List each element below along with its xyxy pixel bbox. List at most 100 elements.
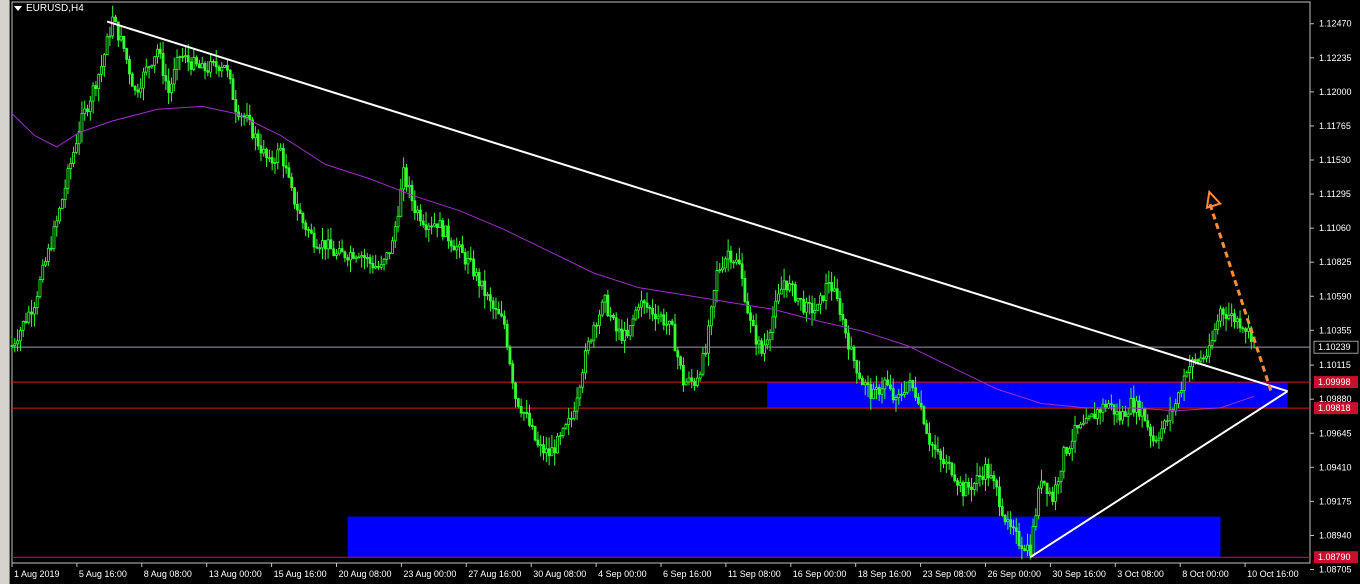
candle-body	[170, 83, 173, 93]
candle-body	[916, 396, 920, 404]
candle-body	[374, 266, 378, 269]
candle-body	[634, 309, 638, 320]
candle-body	[542, 444, 545, 454]
trendline	[106, 20, 1288, 393]
candle-body	[147, 66, 151, 69]
candle-body	[1163, 420, 1166, 430]
candle-body	[245, 114, 249, 118]
candle-body	[662, 314, 666, 326]
candle-body	[528, 412, 531, 426]
candle-body	[522, 412, 526, 414]
candle-body	[754, 325, 758, 345]
candle-body	[446, 225, 450, 242]
candle-body	[1017, 530, 1021, 547]
candle-body	[623, 329, 627, 341]
x-tick-label: 27 Aug 16:00	[468, 569, 521, 579]
candle-body	[782, 280, 786, 290]
candle-body	[771, 316, 775, 334]
candle-body	[1123, 411, 1127, 417]
candle-body	[1207, 345, 1211, 357]
candle-body	[293, 187, 296, 205]
candle-body	[365, 257, 369, 259]
candle-body	[667, 320, 671, 325]
candle-body	[494, 308, 498, 310]
candle-body	[198, 63, 201, 69]
plot-frame	[11, 1, 1311, 564]
candle-body	[944, 461, 948, 465]
candle-body	[86, 108, 89, 113]
candle-body	[184, 55, 187, 58]
dropdown-triangle-icon[interactable]	[14, 5, 22, 11]
candle-body	[637, 306, 641, 311]
candle-body	[687, 377, 691, 383]
candle-body	[259, 145, 263, 154]
candle-body	[209, 61, 213, 73]
candle-body	[707, 325, 710, 354]
candle-body	[167, 80, 171, 93]
x-tick-label: 5 Aug 16:00	[79, 569, 127, 579]
candle-body	[267, 157, 271, 160]
candle-body	[592, 324, 596, 341]
candle-body	[1202, 357, 1206, 360]
candle-body	[958, 482, 962, 486]
candle-body	[922, 406, 926, 425]
candle-body	[298, 209, 302, 214]
candle-body	[128, 59, 131, 75]
candle-body	[693, 380, 696, 387]
price-chart[interactable]: 1.12470 1.12235 1.12000 1.11765 1.11530 1.112…	[0, 0, 1360, 584]
candle-body	[463, 252, 467, 265]
candle-body	[231, 78, 235, 100]
candle-body	[656, 315, 660, 320]
candle-body	[1012, 526, 1015, 529]
candle-body	[564, 424, 568, 429]
chart-window: 1.12470 1.12235 1.12000 1.11765 1.11530 1.112…	[0, 0, 1360, 584]
candle-body	[791, 283, 794, 286]
candle-body	[88, 100, 92, 113]
candle-body	[55, 220, 59, 228]
candle-body	[430, 225, 434, 228]
candle-body	[74, 143, 78, 153]
candle-body	[1146, 420, 1150, 428]
candle-body	[525, 412, 529, 414]
candle-body	[1079, 423, 1083, 429]
candle-body	[318, 247, 322, 250]
candle-body	[424, 224, 428, 230]
candle-body	[995, 480, 999, 488]
candle-body	[1230, 313, 1234, 316]
candle-body	[530, 424, 534, 427]
chart-title: EURUSD,H4	[14, 3, 84, 14]
candle-body	[1151, 435, 1155, 442]
candle-body	[975, 475, 979, 484]
candle-body	[158, 48, 162, 54]
candle-body	[827, 282, 831, 285]
x-tick-label: 30 Aug 08:00	[533, 569, 586, 579]
candle-body	[986, 464, 990, 479]
candle-body	[810, 302, 814, 314]
candle-body	[612, 315, 615, 319]
candle-body	[1056, 481, 1060, 486]
candle-body	[858, 372, 862, 379]
candle-body	[998, 486, 1001, 507]
candle-body	[743, 278, 747, 303]
candle-body	[1059, 470, 1063, 483]
candle-body	[1034, 515, 1038, 527]
candle-body	[388, 252, 392, 255]
candle-body	[1000, 506, 1004, 516]
candle-body	[1241, 327, 1245, 330]
candle-body	[444, 225, 447, 237]
candle-body	[679, 356, 682, 366]
candle-body	[603, 294, 607, 303]
candle-body	[1051, 491, 1055, 502]
candle-body	[248, 114, 252, 121]
demand-zone	[347, 516, 1221, 558]
candle-body	[1026, 544, 1029, 551]
candle-body	[164, 75, 168, 82]
y-tick-label: 1.11295	[1319, 189, 1351, 199]
candle-body	[136, 89, 140, 93]
candle-body	[295, 203, 299, 211]
candle-body	[111, 16, 115, 37]
candle-body	[950, 462, 954, 476]
candle-body	[105, 36, 109, 56]
candle-body	[150, 64, 154, 68]
candle-body	[760, 340, 764, 354]
